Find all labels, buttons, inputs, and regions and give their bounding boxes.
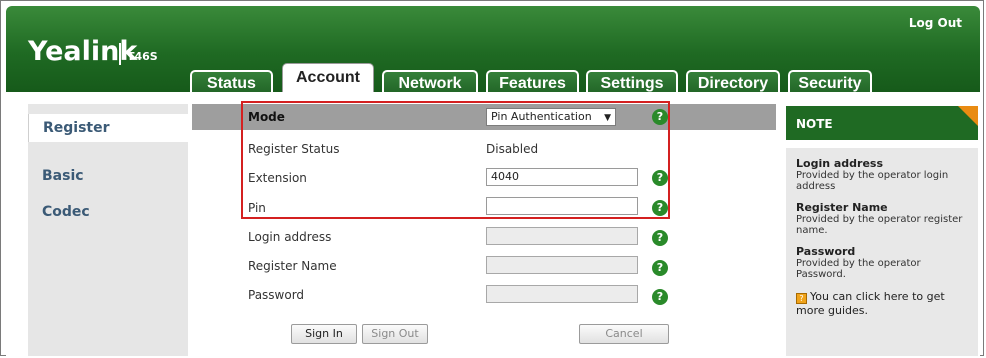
guide-book-icon: ? [796, 293, 807, 304]
note-entry-title: Register Name [796, 201, 888, 214]
help-icon[interactable]: ? [652, 230, 668, 246]
extension-label: Extension [248, 171, 307, 185]
note-entry-title: Login address [796, 157, 884, 170]
help-icon[interactable]: ? [652, 260, 668, 276]
register-status-label: Register Status [248, 142, 340, 156]
sidebar: Register Basic Codec [28, 104, 188, 356]
note-body: Login address Provided by the operator l… [786, 148, 978, 356]
help-icon[interactable]: ? [652, 109, 668, 125]
note-entry-desc: Provided by the operator register name. [796, 214, 963, 236]
help-icon[interactable]: ? [652, 289, 668, 305]
sign-in-button[interactable]: Sign In [291, 324, 357, 344]
sign-out-button[interactable]: Sign Out [362, 324, 428, 344]
pin-field[interactable] [486, 197, 638, 215]
register-form: Mode Pin Authentication ▼ ? Register Sta… [192, 104, 776, 356]
mode-select[interactable]: Pin Authentication ▼ [486, 108, 616, 126]
note-entry-title: Password [796, 245, 856, 258]
note-panel: NOTE Login address Provided by the opera… [786, 106, 978, 356]
password-field[interactable] [486, 285, 638, 303]
password-label: Password [248, 288, 305, 302]
register-name-field[interactable] [486, 256, 638, 274]
note-entry-desc: Provided by the operator login address [796, 170, 949, 192]
model-label: T46S [127, 50, 158, 63]
login-address-label: Login address [248, 230, 332, 244]
help-icon[interactable]: ? [652, 200, 668, 216]
header-bar: Yealink T46S Log Out Status Account Netw… [6, 6, 980, 98]
caret-down-icon: ▼ [604, 113, 611, 123]
corner-flag-icon [958, 106, 978, 126]
guide-link[interactable]: ? You can click here to get more guides. [796, 290, 968, 317]
cancel-button[interactable]: Cancel [579, 324, 669, 344]
sidebar-item-basic[interactable]: Basic [28, 162, 188, 190]
logout-link[interactable]: Log Out [909, 16, 962, 30]
note-entry-desc: Provided by the operator Password. [796, 258, 921, 280]
register-name-label: Register Name [248, 259, 337, 273]
note-title: NOTE [786, 106, 978, 140]
mode-select-value: Pin Authentication [491, 110, 592, 123]
logo-divider [119, 43, 121, 65]
pin-label: Pin [248, 201, 266, 215]
login-address-field[interactable] [486, 227, 638, 245]
sidebar-item-codec[interactable]: Codec [28, 198, 188, 226]
register-status-value: Disabled [486, 142, 539, 156]
sidebar-item-register[interactable]: Register [28, 114, 188, 142]
guide-link-text: You can click here to get more guides. [796, 290, 945, 317]
help-icon[interactable]: ? [652, 170, 668, 186]
extension-field[interactable]: 4040 [486, 168, 638, 186]
mode-label: Mode [248, 110, 285, 124]
